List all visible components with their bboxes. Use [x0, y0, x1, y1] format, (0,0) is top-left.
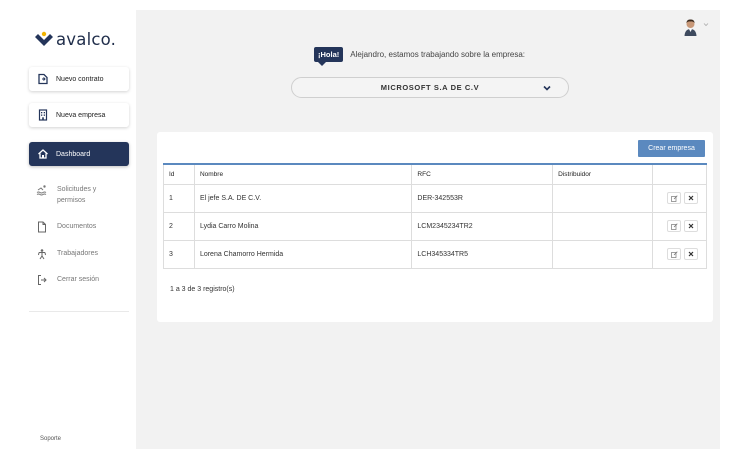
delete-button[interactable] — [684, 220, 698, 232]
new-company-label: Nueva empresa — [56, 111, 106, 119]
delete-button[interactable] — [684, 192, 698, 204]
sidebar-divider — [29, 311, 129, 312]
cell-actions — [651, 184, 708, 213]
company-select-value: MICROSOFT S.A DE C.V — [380, 83, 480, 92]
new-contract-label: Nuevo contrato — [56, 75, 104, 83]
support-link[interactable]: Soporte — [40, 436, 61, 442]
sidebar-item-label: Documentos — [57, 223, 97, 230]
sidebar-item-documentos[interactable]: Documentos — [36, 221, 96, 233]
dashboard-label: Dashboard — [56, 150, 91, 158]
sidebar-item-label: Cerrar sesión — [57, 276, 100, 283]
cell-actions — [651, 240, 708, 269]
cell-nombre: Lydia Carro Molina — [193, 212, 412, 241]
logout-icon — [36, 274, 48, 286]
column-header-nombre[interactable]: Nombre — [193, 164, 412, 185]
new-contract-button[interactable]: Nuevo contrato — [29, 67, 129, 91]
column-header-rfc[interactable]: RFC — [411, 164, 553, 185]
contract-icon — [37, 73, 49, 85]
sidebar-item-label: Solicitudes y permisos — [57, 186, 97, 204]
cell-distribuidor — [552, 184, 653, 213]
chevron-down-icon[interactable] — [703, 22, 709, 27]
sidebar-item-logout[interactable]: Cerrar sesión — [36, 274, 99, 286]
brand-name: avalco. — [56, 30, 117, 49]
sidebar-item-label: Trabajadores — [57, 250, 98, 257]
cell-id: 2 — [163, 212, 195, 241]
table-row: 2 Lydia Carro Molina LCM2345234TR2 — [163, 212, 708, 241]
edit-icon — [670, 222, 678, 230]
document-icon — [36, 221, 48, 233]
sidebar-item-solicitudes[interactable]: Solicitudes y permisos — [36, 184, 117, 206]
building-icon — [37, 109, 49, 121]
edit-icon — [670, 250, 678, 258]
edit-button[interactable] — [667, 192, 681, 204]
edit-button[interactable] — [667, 248, 681, 260]
cell-rfc: DER-342553R — [411, 184, 553, 213]
home-icon — [37, 148, 49, 160]
cell-rfc: LCH345334TR5 — [411, 240, 553, 269]
greeting-badge: ¡Hola! — [314, 47, 344, 66]
column-header-actions — [651, 164, 708, 185]
avalco-logo[interactable]: avalco. — [33, 30, 116, 49]
column-header-id[interactable]: Id — [163, 164, 195, 185]
worker-icon — [36, 248, 48, 260]
cell-distribuidor — [552, 212, 653, 241]
close-icon — [688, 195, 694, 201]
dashboard-button[interactable]: Dashboard — [29, 142, 129, 166]
sidebar: avalco. Nuevo contrato Nueva empresa Das… — [0, 0, 148, 449]
table-header-row: Id Nombre RFC Distribuidor — [163, 164, 708, 185]
heart-check-icon — [35, 31, 53, 46]
cell-id: 3 — [163, 240, 195, 269]
new-company-button[interactable]: Nueva empresa — [29, 103, 129, 127]
swimmer-icon — [36, 184, 48, 196]
greeting: ¡Hola! Alejandro, estamos trabajando sob… — [314, 47, 526, 66]
records-summary: 1 a 3 de 3 registro(s) — [170, 286, 235, 293]
create-company-button[interactable]: Crear empresa — [638, 140, 705, 157]
delete-button[interactable] — [684, 248, 698, 260]
company-select[interactable]: MICROSOFT S.A DE C.V — [291, 77, 569, 98]
cell-actions — [651, 212, 708, 241]
cell-nombre: El jefe S.A. DE C.V. — [193, 184, 412, 213]
cell-nombre: Lorena Chamorro Hermida — [193, 240, 412, 269]
cell-id: 1 — [163, 184, 195, 213]
sidebar-item-trabajadores[interactable]: Trabajadores — [36, 248, 98, 260]
edit-button[interactable] — [667, 220, 681, 232]
greeting-text: Alejandro, estamos trabajando sobre la e… — [350, 50, 526, 59]
close-icon — [688, 251, 694, 257]
avatar[interactable] — [683, 18, 698, 36]
cell-rfc: LCM2345234TR2 — [411, 212, 553, 241]
column-header-distribuidor[interactable]: Distribuidor — [552, 164, 653, 185]
companies-table: Id Nombre RFC Distribuidor 1 El jefe S.A… — [163, 163, 708, 269]
cell-distribuidor — [552, 240, 653, 269]
table-row: 3 Lorena Chamorro Hermida LCH345334TR5 — [163, 240, 708, 269]
close-icon — [688, 223, 694, 229]
chevron-down-icon — [543, 85, 551, 91]
table-row: 1 El jefe S.A. DE C.V. DER-342553R — [163, 184, 708, 213]
edit-icon — [670, 194, 678, 202]
